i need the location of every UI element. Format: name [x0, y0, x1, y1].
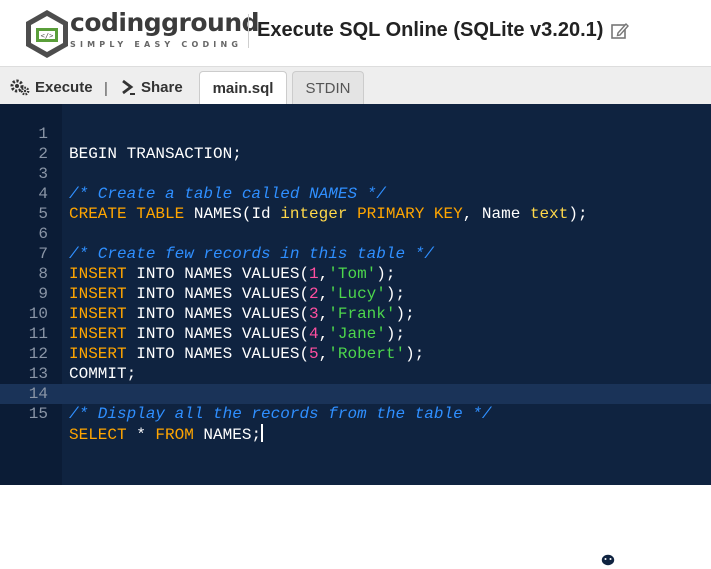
tab-label: main.sql	[212, 80, 274, 97]
code-line[interactable]: 3 /* Create a table called NAMES */	[0, 144, 711, 203]
edit-icon[interactable]	[610, 21, 630, 41]
code-line[interactable]: 7 INSERT INTO NAMES VALUES(1,'Tom');	[0, 224, 711, 283]
text-cursor	[261, 424, 264, 442]
toolbar: Execute | Share main.sql STDIN	[0, 66, 711, 105]
tab-label: STDIN	[305, 80, 351, 97]
code-line[interactable]: 10 INSERT INTO NAMES VALUES(4,'Jane');	[0, 284, 711, 343]
code-line[interactable]: 15 SELECT * FROM NAMES;	[0, 384, 711, 444]
chevron-right-icon	[122, 79, 135, 95]
brand-name[interactable]: codingground	[70, 8, 260, 37]
code-line[interactable]: 5	[0, 184, 711, 223]
codingground-logo-icon[interactable]: </>	[22, 8, 72, 58]
line-text: /* Display all the records from the tabl…	[69, 405, 492, 423]
share-label: Share	[141, 78, 183, 96]
line-number: 15	[28, 405, 48, 423]
header-divider	[248, 14, 249, 48]
line-text: SELECT * FROM NAMES;	[69, 424, 264, 444]
gears-icon	[10, 79, 30, 96]
code-line[interactable]: 12 COMMIT;	[0, 324, 711, 383]
code-line[interactable]: 13	[0, 344, 711, 383]
execute-button[interactable]: Execute	[10, 77, 93, 97]
code-editor[interactable]: 1 BEGIN TRANSACTION; 2 3 /* Create a tab…	[0, 104, 711, 567]
share-button[interactable]: Share	[120, 77, 183, 97]
watermark: SQL实现	[590, 545, 682, 569]
svg-text:</>: </>	[41, 32, 54, 40]
code-line[interactable]: 4 CREATE TABLE NAMES(Id integer PRIMARY …	[0, 164, 711, 223]
code-line[interactable]: 9 INSERT INTO NAMES VALUES(3,'Frank');	[0, 264, 711, 323]
brand-tagline: SIMPLY EASY CODING	[70, 40, 243, 49]
wechat-icon	[590, 546, 616, 567]
tab-main-sql[interactable]: main.sql	[199, 71, 287, 105]
code-line[interactable]: 2	[0, 124, 711, 163]
header: </> codingground SIMPLY EASY CODING Exec…	[0, 0, 711, 66]
code-line[interactable]: 14 /* Display all the records from the t…	[0, 364, 711, 423]
toolbar-separator: |	[104, 80, 108, 97]
watermark-text: SQL实现	[622, 548, 682, 567]
page-title: Execute SQL Online (SQLite v3.20.1)	[257, 19, 604, 41]
code-line[interactable]: 8 INSERT INTO NAMES VALUES(2,'Lucy');	[0, 244, 711, 303]
tab-stdin[interactable]: STDIN	[292, 71, 364, 105]
code-line[interactable]: 1 BEGIN TRANSACTION;	[0, 104, 711, 163]
execute-label: Execute	[35, 78, 93, 96]
code-line[interactable]: 11 INSERT INTO NAMES VALUES(5,'Robert');	[0, 304, 711, 363]
code-line[interactable]: 6 /* Create few records in this table */	[0, 204, 711, 263]
